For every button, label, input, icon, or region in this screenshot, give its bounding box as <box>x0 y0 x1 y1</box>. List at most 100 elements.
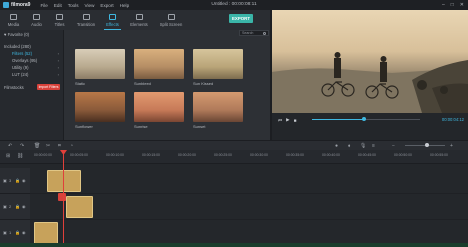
ruler-tick-label: 00:00:40:00 <box>322 153 340 157</box>
mixer-icon[interactable]: ≡ <box>372 143 375 149</box>
window-controls: – □ ✕ <box>442 2 464 8</box>
redo-icon[interactable]: ↷ <box>20 143 24 149</box>
effects-icon <box>109 13 116 20</box>
tab-media[interactable]: Media <box>2 10 25 30</box>
timeline-tracks: ▣ 3 🔒 ◉ ▣ 2 🔒 ◉ ▣ 1 🔒 ◉ <box>0 164 468 247</box>
delete-icon[interactable]: 🗑 <box>34 143 40 149</box>
chevron-right-icon: › <box>57 72 59 77</box>
sidebar-item-lut[interactable]: LUT (24) <box>12 72 28 77</box>
maximize-icon[interactable]: □ <box>451 2 454 8</box>
lock-icon[interactable]: 🔒 <box>15 204 20 209</box>
timeline-toolbar: ↶ ↷ 🗑 ✂ ⌗ ◔ ● ⬧ 🎙 ≡ − + <box>0 140 468 150</box>
playhead-line <box>63 150 64 247</box>
favorite-item[interactable]: ♥ Favorite (0) <box>4 32 29 37</box>
voiceover-icon[interactable]: 🎙 <box>360 143 366 149</box>
horizontal-scrollbar[interactable] <box>0 243 468 247</box>
link-icon[interactable]: ⛓ <box>17 153 23 159</box>
crop-icon[interactable]: ⌗ <box>58 143 61 149</box>
menu-help[interactable]: Help <box>120 3 129 8</box>
chevron-right-icon: › <box>57 65 59 70</box>
tab-transition[interactable]: Transition <box>71 10 101 30</box>
video-clip[interactable] <box>66 196 93 218</box>
ruler-tick-label: 00:00:45:00 <box>358 153 376 157</box>
included-item[interactable]: Included (280) <box>4 44 31 49</box>
play-icon[interactable]: ▶ <box>286 117 290 123</box>
menu-file[interactable]: File <box>40 3 47 8</box>
search-input[interactable]: Search <box>239 30 269 36</box>
zoom-in-icon[interactable]: + <box>450 143 453 149</box>
undo-icon[interactable]: ↶ <box>8 143 12 149</box>
marker-icon[interactable]: ⬧ <box>348 143 350 149</box>
cut-icon[interactable]: ✂ <box>46 143 50 149</box>
track-lane-2[interactable] <box>30 194 468 220</box>
ruler-tick-label: 00:00:00:00 <box>34 153 52 157</box>
stop-icon[interactable]: ■ <box>294 118 297 123</box>
close-icon[interactable]: ✕ <box>460 2 464 8</box>
folder-icon <box>10 13 17 20</box>
track-lane-3[interactable] <box>30 168 468 194</box>
sidebar-item-filters[interactable]: Filters (52) <box>12 51 32 56</box>
app-name: filmora9 <box>11 2 31 8</box>
effect-thumbnail-sunbleed[interactable] <box>134 49 184 79</box>
effect-thumbnail-sun-kissed[interactable] <box>193 49 243 79</box>
ruler-tick-label: 00:00:35:00 <box>286 153 304 157</box>
tab-audio[interactable]: Audio <box>25 10 48 30</box>
title-bar: filmora9 File Edit Tools View Export Hel… <box>0 0 468 10</box>
ruler-tick-label: 00:00:05:00 <box>70 153 88 157</box>
menu-edit[interactable]: Edit <box>54 3 62 8</box>
ruler-tick-label: 00:00:20:00 <box>178 153 196 157</box>
lock-icon[interactable]: 🔒 <box>15 230 20 235</box>
effect-thumbnail-sunset[interactable] <box>193 92 243 122</box>
effect-label: Sunflower <box>75 124 93 129</box>
preview-tools-bar <box>272 127 468 140</box>
eye-icon[interactable]: ◉ <box>22 178 26 183</box>
text-icon <box>56 13 63 20</box>
menu-export[interactable]: Export <box>100 3 113 8</box>
lock-icon[interactable]: 🔒 <box>15 178 20 183</box>
eye-icon[interactable]: ◉ <box>22 230 26 235</box>
playback-progress-fill <box>312 119 364 120</box>
video-clip[interactable] <box>34 222 58 244</box>
menu-tools[interactable]: Tools <box>68 3 79 8</box>
tab-effects[interactable]: Effects <box>101 10 124 30</box>
track-video-icon: ▣ <box>3 204 7 209</box>
effect-thumbnail-sunflower[interactable] <box>75 92 125 122</box>
effect-thumbnail-static[interactable] <box>75 49 125 79</box>
add-track-icon[interactable]: ⊞ <box>6 153 10 159</box>
zoom-out-icon[interactable]: − <box>392 143 395 149</box>
export-button[interactable]: EXPORT <box>229 14 253 23</box>
effect-label: Sun Kissed <box>193 81 214 86</box>
render-icon[interactable]: ● <box>335 143 338 149</box>
transition-icon <box>82 13 90 20</box>
track-video-icon: ▣ <box>3 178 7 183</box>
effect-marker-icon[interactable] <box>58 193 66 201</box>
tab-titles[interactable]: Titles <box>48 10 71 30</box>
track-video-icon: ▣ <box>3 230 7 235</box>
menu-bar: File Edit Tools View Export Help <box>40 3 129 8</box>
playback-controls: ⏮ ▶ ■ 00:00:04:12 <box>272 113 468 127</box>
zoom-slider-handle[interactable] <box>425 143 429 147</box>
timeline-ruler[interactable]: ⊞ ⛓ 00:00:00:00 00:00:05:00 00:00:10:00 00:… <box>0 150 468 164</box>
sidebar-item-utility[interactable]: Utility (9) <box>12 65 29 70</box>
effect-thumbnail-sunrise[interactable] <box>134 92 184 122</box>
eye-icon[interactable]: ◉ <box>22 204 26 209</box>
effects-grid: Search Static Sunbleed Sun Kissed Sunflo… <box>64 30 270 140</box>
skip-back-icon[interactable]: ⏮ <box>278 118 282 123</box>
minimize-icon[interactable]: – <box>442 2 445 8</box>
effect-label: Static <box>75 81 86 86</box>
playback-scrubber-handle[interactable] <box>361 117 366 121</box>
app-logo: filmora9 <box>3 2 30 8</box>
ruler-tick-label: 00:00:15:00 <box>142 153 160 157</box>
effect-label: Sunset <box>193 124 206 129</box>
tab-split-screen[interactable]: Split Screen <box>154 10 188 30</box>
menu-view[interactable]: View <box>85 3 95 8</box>
effect-clip[interactable] <box>47 170 81 192</box>
sidebar-item-overlays[interactable]: Overlays (95) <box>12 58 37 63</box>
preview-video-frame <box>272 10 468 113</box>
import-filters-tag[interactable]: Import Filters <box>37 84 60 90</box>
tab-elements[interactable]: Elements <box>124 10 154 30</box>
effect-label: Sunbleed <box>134 81 151 86</box>
filmstocks-item[interactable]: Filmstocks <box>4 85 24 90</box>
speed-icon[interactable]: ◔ <box>70 143 73 149</box>
effect-label: Sunrise <box>134 124 148 129</box>
